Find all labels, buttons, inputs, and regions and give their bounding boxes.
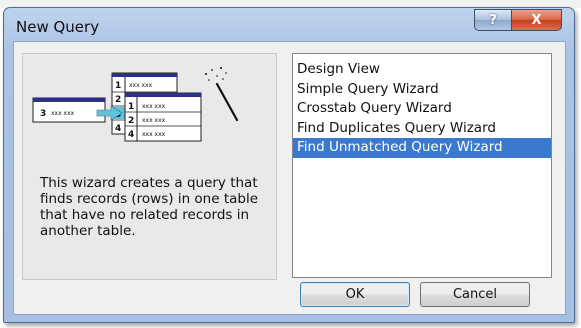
front-row-2-number: 2 xyxy=(128,116,134,126)
front-table-icon: 1 xxx xxx 2 xxx xxx 4 xxx xxx xyxy=(124,92,202,142)
front-row-4-text: xxx xxx xyxy=(142,131,166,138)
wizard-description: This wizard creates a query that finds r… xyxy=(40,175,259,239)
list-item-find-duplicates-query-wizard[interactable]: Find Duplicates Query Wizard xyxy=(293,119,551,139)
dialog-body: 3 xxx xxx 1 xxx xxx 2 3 4 xyxy=(13,41,566,315)
close-button[interactable]: X xyxy=(511,9,562,31)
back-row-4-number: 4 xyxy=(115,124,121,134)
list-item-simple-query-wizard[interactable]: Simple Query Wizard xyxy=(293,80,551,100)
query-type-list[interactable]: Design View Simple Query Wizard Crosstab… xyxy=(292,53,552,278)
list-item-crosstab-query-wizard[interactable]: Crosstab Query Wizard xyxy=(293,99,551,119)
back-row-2-number: 2 xyxy=(115,95,121,105)
front-row-2-text: xxx xxx xyxy=(142,117,166,124)
unmatched-query-illustration: 3 xxx xxx 1 xxx xxx 2 3 4 xyxy=(32,67,239,142)
help-button[interactable]: ? xyxy=(474,9,512,31)
description-panel: 3 xxx xxx 1 xxx xxx 2 3 4 xyxy=(22,53,277,280)
help-icon: ? xyxy=(489,12,497,28)
dialog-title: New Query xyxy=(16,18,100,36)
main-row-number: 3 xyxy=(40,109,46,119)
close-icon: X xyxy=(531,12,542,28)
main-row-text: xxx xxx xyxy=(51,110,75,117)
cancel-button[interactable]: Cancel xyxy=(420,282,530,307)
front-row-1-number: 1 xyxy=(128,102,134,112)
single-table-icon: 3 xxx xxx xyxy=(32,97,106,123)
front-row-1-text: xxx xxx xyxy=(142,103,166,110)
new-query-dialog: New Query ? X 3 xxx xxx 1 xxx xxx 2 4 1 … xyxy=(3,7,575,323)
front-row-4-number: 4 xyxy=(128,130,134,140)
magic-wand-icon xyxy=(205,67,239,122)
list-item-design-view[interactable]: Design View xyxy=(293,60,551,80)
back-row-1-number: 1 xyxy=(115,81,121,91)
ok-button[interactable]: OK xyxy=(300,282,410,307)
list-item-find-unmatched-query-wizard[interactable]: Find Unmatched Query Wizard xyxy=(293,138,551,158)
back-row-1-text: xxx xxx xyxy=(129,82,153,89)
